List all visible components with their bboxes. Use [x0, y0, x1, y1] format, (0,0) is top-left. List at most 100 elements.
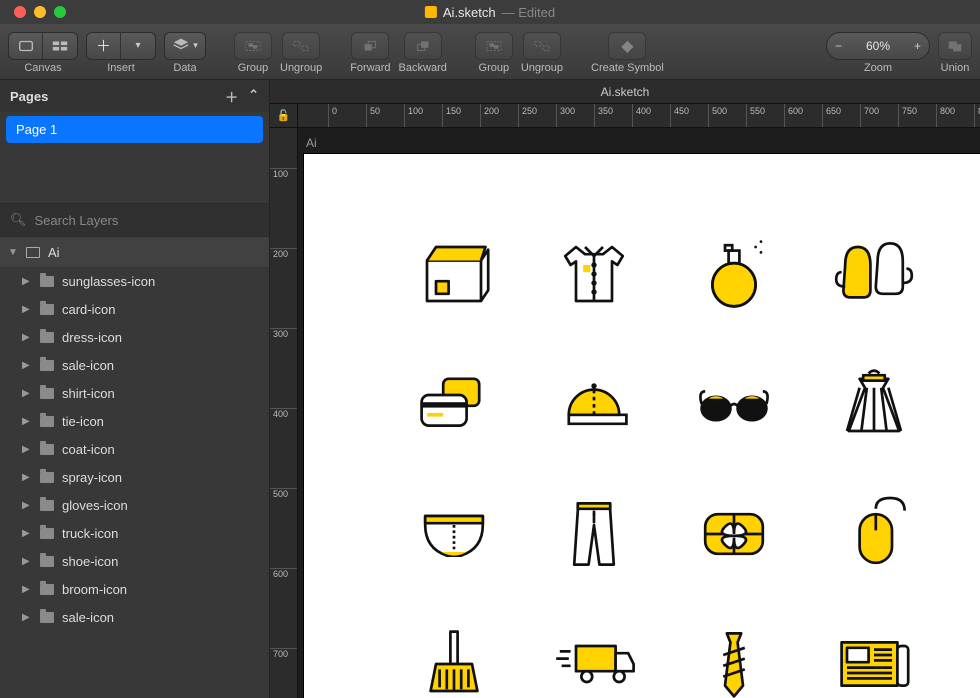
insert-button[interactable]: ＋ ▾ [86, 32, 156, 60]
chevron-right-icon: ▶ [22, 500, 32, 511]
ruler-tick: 500 [270, 488, 297, 499]
window-titlebar: Ai.sketch — Edited [0, 0, 980, 24]
backward-button[interactable] [404, 32, 442, 60]
group-button[interactable] [234, 32, 272, 60]
layer-name: gloves-icon [62, 498, 128, 513]
chevron-right-icon: ▶ [22, 360, 32, 371]
ruler-tick: 150 [442, 104, 461, 127]
zoom-out-button[interactable]: − [835, 39, 842, 53]
chevron-down-icon: ▼ [8, 247, 18, 258]
close-window-button[interactable] [14, 6, 26, 18]
layer-row[interactable]: ▶ shirt-icon [0, 379, 269, 407]
union-button[interactable] [938, 32, 972, 60]
layer-row[interactable]: ▶ sale-icon [0, 351, 269, 379]
ungroup2-button[interactable] [523, 32, 561, 60]
page-row-page1[interactable]: Page 1 [6, 116, 263, 143]
minimize-window-button[interactable] [34, 6, 46, 18]
artboard-icon [26, 247, 40, 258]
ungroup-button[interactable] [282, 32, 320, 60]
layer-row[interactable]: ▶ tie-icon [0, 407, 269, 435]
artboard-ai[interactable] [304, 154, 980, 698]
backward-icon [414, 39, 432, 53]
ruler-tick: 500 [708, 104, 727, 127]
search-layers-input[interactable] [35, 213, 259, 228]
truck-icon[interactable] [534, 604, 654, 698]
layer-name: shoe-icon [62, 554, 118, 569]
layer-name: truck-icon [62, 526, 118, 541]
collapse-pages-button[interactable]: ⌃ [248, 87, 259, 106]
layer-row[interactable]: ▶ broom-icon [0, 575, 269, 603]
pages-header: Pages ＋ ⌃ [0, 80, 269, 112]
ungroup-label: Ungroup [280, 62, 322, 74]
group-icon [244, 39, 262, 53]
canvas-toggle[interactable] [8, 32, 78, 60]
layer-name: sale-icon [62, 610, 114, 625]
pants-icon[interactable] [534, 474, 654, 594]
diamond-icon: ◆ [621, 36, 633, 56]
forward-button[interactable] [351, 32, 389, 60]
canvas-grid-icon [43, 33, 77, 59]
folder-icon [40, 500, 54, 511]
add-page-button[interactable]: ＋ [225, 87, 238, 106]
ruler-tick: 600 [784, 104, 803, 127]
ungroup2-label: Ungroup [521, 62, 563, 74]
layer-name: sunglasses-icon [62, 274, 155, 289]
newspaper-icon[interactable] [814, 604, 934, 698]
folder-icon [40, 472, 54, 483]
layer-name: sale-icon [62, 358, 114, 373]
ruler-tick: 850 [974, 104, 980, 127]
ruler-tick: 100 [270, 168, 297, 179]
underwear-icon[interactable] [394, 474, 514, 594]
zoom-in-button[interactable]: + [914, 39, 921, 53]
zoom-control[interactable]: − 60% + [826, 32, 930, 60]
canvas-area: Ai.sketch 🔓 0501001502002503003504004505… [270, 80, 980, 698]
gift-icon[interactable] [674, 474, 794, 594]
layers-icon [172, 37, 190, 54]
layer-row[interactable]: ▶ shoe-icon [0, 547, 269, 575]
spray-icon[interactable] [674, 214, 794, 334]
box-icon[interactable] [394, 214, 514, 334]
canvas-viewport[interactable]: Ai [298, 128, 980, 698]
layer-name: spray-icon [62, 470, 122, 485]
ruler-vertical: 100200300400500600700 [270, 128, 298, 698]
layer-row[interactable]: ▶ sunglasses-icon [0, 267, 269, 295]
ruler-tick: 700 [860, 104, 879, 127]
broom-icon[interactable] [394, 604, 514, 698]
layer-row[interactable]: ▶ gloves-icon [0, 491, 269, 519]
layer-row[interactable]: ▶ spray-icon [0, 463, 269, 491]
chevron-down-icon: ▾ [121, 33, 155, 59]
cap-icon[interactable] [534, 344, 654, 464]
layer-row[interactable]: ▶ card-icon [0, 295, 269, 323]
folder-icon [40, 332, 54, 343]
chevron-down-icon: ▾ [193, 40, 198, 51]
card-icon[interactable] [394, 344, 514, 464]
layer-row[interactable]: ▶ dress-icon [0, 323, 269, 351]
mouse-icon[interactable] [814, 474, 934, 594]
maximize-window-button[interactable] [54, 6, 66, 18]
dress-icon[interactable] [814, 344, 934, 464]
search-icon: 🔍︎ [10, 212, 27, 228]
data-button[interactable]: ▾ [164, 32, 206, 60]
layer-row[interactable]: ▶ coat-icon [0, 435, 269, 463]
ruler-tick: 300 [556, 104, 575, 127]
ungroup-icon [533, 39, 551, 53]
tie-icon[interactable] [674, 604, 794, 698]
document-tab[interactable]: Ai.sketch [270, 80, 980, 104]
sunglasses-icon[interactable] [674, 344, 794, 464]
document-badge-icon [425, 6, 437, 18]
ruler-tick: 550 [746, 104, 765, 127]
group2-button[interactable] [475, 32, 513, 60]
traffic-lights [0, 6, 66, 18]
shirt-icon[interactable] [534, 214, 654, 334]
pages-title: Pages [10, 89, 48, 104]
artboard-row-ai[interactable]: ▼ Ai [0, 237, 269, 267]
layer-row[interactable]: ▶ sale-icon [0, 603, 269, 631]
ruler-corner-lock[interactable]: 🔓 [270, 104, 298, 128]
folder-icon [40, 584, 54, 595]
union-icon [946, 39, 964, 53]
create-symbol-button[interactable]: ◆ [608, 32, 646, 60]
ruler-tick: 650 [822, 104, 841, 127]
gloves-icon[interactable] [814, 214, 934, 334]
folder-icon [40, 360, 54, 371]
layer-row[interactable]: ▶ truck-icon [0, 519, 269, 547]
